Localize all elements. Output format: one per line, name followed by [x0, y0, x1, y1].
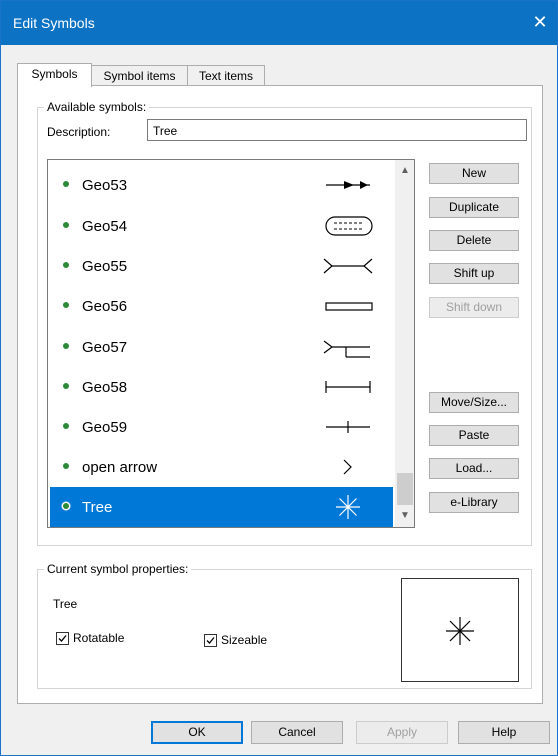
tab-symbols[interactable]: Symbols	[17, 63, 92, 87]
scroll-up-icon[interactable]: ▲	[396, 162, 414, 180]
new-button[interactable]: New	[429, 163, 519, 184]
list-item[interactable]: Geo55	[50, 246, 393, 286]
edit-symbols-dialog: Edit Symbols ✕ Symbols Symbol items Text…	[0, 0, 558, 756]
sizeable-label[interactable]: Sizeable	[221, 633, 267, 647]
tab-text-items[interactable]: Text items	[187, 65, 265, 86]
forked-ends-line-icon	[323, 258, 373, 274]
tick-line-icon	[326, 421, 370, 433]
shift-down-button[interactable]: Shift down	[429, 297, 519, 318]
symbol-name: Geo56	[82, 298, 128, 315]
fork-step-line-icon	[323, 340, 370, 358]
asterisk-tree-icon	[336, 495, 360, 519]
bracket-line-icon	[325, 381, 371, 393]
bullet-icon	[63, 463, 69, 469]
asterisk-tree-icon	[446, 617, 474, 645]
list-item[interactable]: Geo57	[50, 327, 393, 367]
delete-button[interactable]: Delete	[429, 230, 519, 251]
close-icon[interactable]: ✕	[527, 9, 553, 35]
bullet-icon	[63, 222, 69, 228]
load-button[interactable]: Load...	[429, 458, 519, 479]
scroll-down-icon[interactable]: ▼	[396, 507, 414, 525]
symbols-listbox[interactable]: Geo53 Geo54 Geo55 Geo56 Geo57 Geo58 Geo5…	[47, 159, 415, 528]
title-bar: Edit Symbols ✕	[1, 1, 557, 45]
shift-up-button[interactable]: Shift up	[429, 263, 519, 284]
tab-symbol-items[interactable]: Symbol items	[90, 65, 189, 86]
rotatable-label[interactable]: Rotatable	[73, 631, 124, 645]
list-item[interactable]: Geo59	[50, 407, 393, 447]
checkmark-icon	[58, 635, 67, 642]
current-symbol-name: Tree	[53, 597, 78, 611]
symbol-name: open arrow	[82, 459, 158, 476]
list-item[interactable]: Geo54	[50, 206, 393, 246]
symbol-name: Geo58	[82, 379, 128, 396]
apply-button[interactable]: Apply	[356, 721, 448, 744]
current-symbol-properties-legend: Current symbol properties:	[44, 562, 192, 576]
bullet-icon	[63, 181, 69, 187]
list-item[interactable]: Geo56	[50, 286, 393, 326]
list-item[interactable]: open arrow	[50, 447, 393, 487]
description-label: Description:	[47, 125, 111, 139]
symbol-name: Geo57	[82, 339, 128, 356]
description-input[interactable]: Tree	[147, 119, 527, 141]
cancel-button[interactable]: Cancel	[251, 721, 343, 744]
symbol-name: Geo59	[82, 419, 128, 436]
chevron-right-icon	[343, 459, 352, 475]
bullet-icon	[63, 383, 69, 389]
list-scrollbar[interactable]: ▲ ▼	[395, 160, 414, 527]
duplicate-button[interactable]: Duplicate	[429, 197, 519, 218]
move-size-button[interactable]: Move/Size...	[429, 392, 519, 413]
bullet-icon	[63, 302, 69, 308]
ok-button[interactable]: OK	[151, 721, 243, 744]
rotatable-checkbox[interactable]	[56, 632, 69, 645]
symbol-name: Tree	[82, 499, 113, 516]
bullet-icon	[63, 423, 69, 429]
symbol-name: Geo53	[82, 177, 128, 194]
window-title: Edit Symbols	[13, 15, 95, 31]
bullet-icon	[63, 503, 69, 509]
list-item[interactable]: Geo58	[50, 367, 393, 407]
list-item-selected[interactable]: Tree	[50, 487, 393, 527]
paste-button[interactable]: Paste	[429, 425, 519, 446]
rectangle-bar-icon	[325, 302, 373, 311]
elibrary-button[interactable]: e-Library	[429, 492, 519, 513]
symbol-name: Geo55	[82, 258, 128, 275]
scroll-thumb[interactable]	[397, 473, 413, 505]
checkmark-icon	[206, 637, 215, 644]
available-symbols-legend: Available symbols:	[44, 100, 150, 114]
bullet-icon	[63, 262, 69, 268]
symbol-preview	[401, 578, 519, 682]
help-button[interactable]: Help	[458, 721, 550, 744]
arrow-line-icon	[326, 181, 370, 189]
rounded-box-icon	[325, 216, 373, 236]
list-item[interactable]: Geo53	[50, 165, 393, 205]
bullet-icon	[63, 343, 69, 349]
symbol-name: Geo54	[82, 218, 128, 235]
sizeable-checkbox[interactable]	[204, 634, 217, 647]
